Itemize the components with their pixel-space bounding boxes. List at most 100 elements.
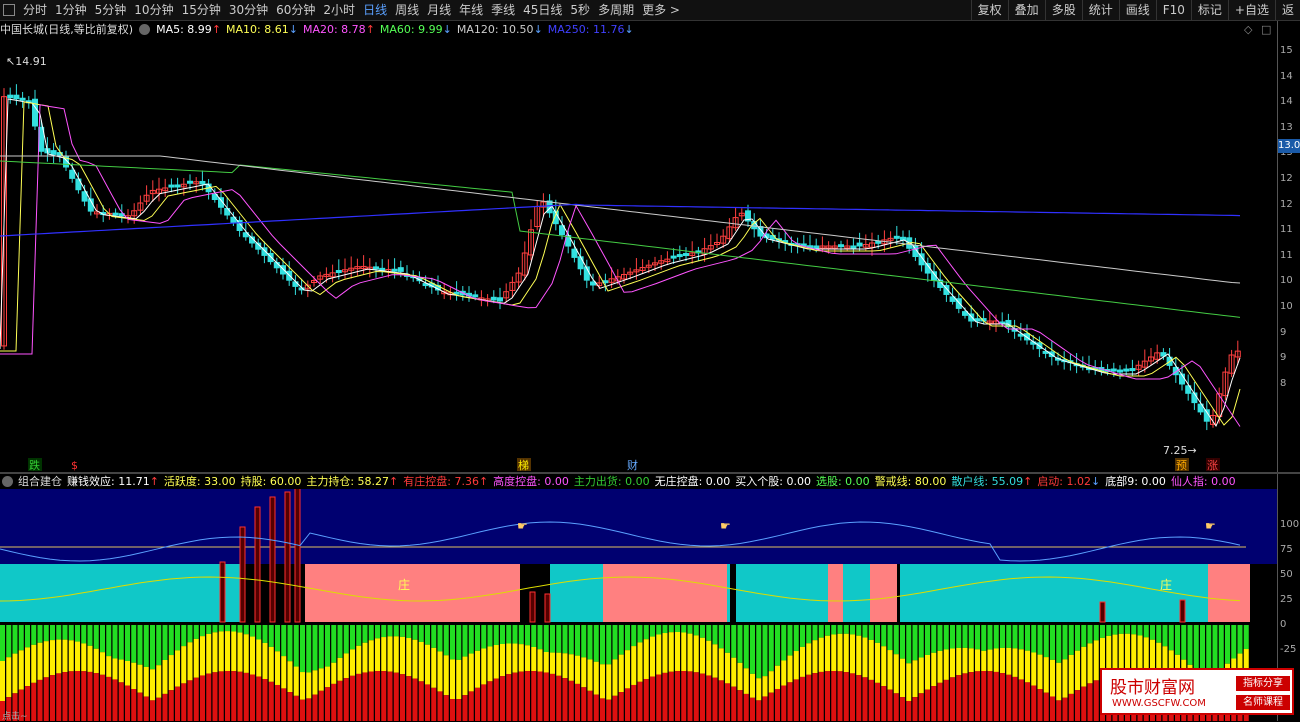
spike-bar-4 — [284, 491, 291, 623]
period-tab-8[interactable]: 日线 — [359, 0, 391, 20]
price-tick-7: 11 — [1280, 224, 1293, 236]
volume-bar-red-143 — [893, 693, 899, 721]
candlestick-chart[interactable]: ↖14.91 7.25→ 跌 $ 梯 财 预 涨 — [0, 21, 1277, 472]
volume-bar-yellow-78 — [487, 646, 493, 682]
volume-bar-green-5 — [31, 625, 37, 645]
volume-bar-green-30 — [187, 625, 193, 643]
volume-bar-green-172 — [1075, 625, 1080, 651]
indicator-name: 组合建仓 — [18, 475, 62, 488]
volume-bar-yellow-142 — [887, 650, 893, 690]
toolbar-button-5[interactable]: F10 — [1155, 0, 1191, 20]
volume-bar-red-112 — [700, 673, 705, 721]
period-tab-11[interactable]: 年线 — [455, 0, 487, 20]
toolbar-button-0[interactable]: 复权 — [970, 0, 1008, 20]
band-pink-2 — [828, 564, 843, 622]
volume-bar-yellow-168 — [1050, 659, 1055, 697]
volume-bar-yellow-98 — [612, 659, 618, 696]
toolbar-button-7[interactable]: +自选 — [1227, 0, 1275, 20]
toolbar-button-3[interactable]: 统计 — [1081, 0, 1119, 20]
volume-bar-yellow-29 — [181, 646, 187, 684]
candle-body-8 — [50, 150, 57, 155]
price-tick-8: 11 — [1280, 249, 1293, 261]
volume-bar-red-149 — [931, 686, 937, 721]
volume-bar-red-138 — [862, 677, 868, 721]
volume-bar-yellow-163 — [1018, 649, 1024, 680]
toolbar-button-4[interactable]: 画线 — [1118, 0, 1156, 20]
volume-bar-red-34 — [212, 672, 218, 721]
period-tab-9[interactable]: 周线 — [391, 0, 423, 20]
volume-bar-red-10 — [62, 672, 68, 721]
toolbar-button-2[interactable]: 多股 — [1044, 0, 1082, 20]
spike-bar-6 — [529, 591, 536, 623]
volume-bar-red-141 — [881, 686, 887, 721]
volume-bar-red-42 — [262, 679, 268, 721]
volume-bar-red-35 — [218, 671, 224, 721]
period-tab-16[interactable]: 更多 > — [638, 0, 684, 20]
volume-bar-yellow-63 — [393, 636, 399, 673]
indicator-settings-icon[interactable] — [2, 475, 13, 487]
period-tab-10[interactable]: 月线 — [423, 0, 455, 20]
volume-bar-red-114 — [712, 677, 718, 721]
band-cyan-3 — [727, 564, 730, 622]
volume-bar-green-162 — [1012, 625, 1018, 649]
period-tab-5[interactable]: 30分钟 — [225, 0, 272, 20]
spike-bar-8 — [1099, 601, 1106, 623]
volume-bar-red-130 — [812, 673, 818, 721]
volume-bar-green-60 — [375, 625, 380, 639]
signal-marker-3: 财 — [627, 458, 638, 472]
volume-bar-yellow-110 — [687, 633, 693, 672]
volume-bar-yellow-160 — [1000, 647, 1005, 674]
period-tab-15[interactable]: 多周期 — [594, 0, 638, 20]
diamond-icon[interactable]: ◇ — [1244, 23, 1252, 36]
candle-body-27 — [168, 184, 175, 188]
period-tab-7[interactable]: 2小时 — [319, 0, 359, 20]
volume-bar-red-50 — [312, 694, 318, 721]
volume-bar-yellow-157 — [981, 650, 987, 672]
period-tab-1[interactable]: 1分钟 — [51, 0, 91, 20]
volume-bar-green-142 — [887, 625, 893, 651]
volume-bar-red-11 — [68, 671, 74, 721]
period-tab-6[interactable]: 60分钟 — [272, 0, 319, 20]
volume-bar-yellow-75 — [468, 653, 474, 692]
signal-marker-2: 梯 — [518, 459, 529, 472]
indicator-chart[interactable]: 庄 庄 ☛ ☛ ☛ — [0, 489, 1277, 721]
ma-item-4: MA120: 10.50↓ — [456, 22, 543, 36]
candle-body-76 — [472, 294, 479, 298]
volume-bar-red-28 — [175, 686, 180, 721]
period-tab-0[interactable]: 分时 — [19, 0, 51, 20]
period-tab-4[interactable]: 15分钟 — [178, 0, 225, 20]
toolbar-button-1[interactable]: 叠加 — [1007, 0, 1045, 20]
period-tab-2[interactable]: 5分钟 — [91, 0, 131, 20]
volume-bar-yellow-96 — [600, 664, 605, 699]
toolbar-button-6[interactable]: 标记 — [1190, 0, 1228, 20]
volume-bar-red-18 — [112, 679, 118, 721]
period-tab-13[interactable]: 45日线 — [519, 0, 566, 20]
volume-bar-green-139 — [868, 625, 874, 640]
settings-circle-icon[interactable] — [139, 23, 151, 35]
volume-bar-green-27 — [168, 625, 174, 656]
volume-bar-green-41 — [256, 625, 262, 640]
square-icon[interactable]: □ — [1261, 23, 1271, 36]
candle-body-30 — [187, 180, 193, 184]
period-tabs: 分时 1分钟 5分钟 10分钟 15分钟 30分钟 60分钟 2小时 日线 周线 月线 年线 季线 45日… — [19, 0, 684, 20]
volume-bar-yellow-151 — [943, 649, 949, 680]
period-tab-12[interactable]: 季线 — [487, 0, 519, 20]
ma-item-0: MA5: 8.99↑ — [156, 22, 222, 36]
menu-square-icon[interactable] — [3, 4, 15, 16]
volume-bar-green-57 — [356, 625, 362, 646]
volume-bar-yellow-77 — [481, 648, 487, 685]
candle-body-138 — [856, 242, 863, 247]
volume-bar-yellow-35 — [218, 631, 224, 672]
volume-bar-green-64 — [400, 625, 405, 637]
volume-bar-green-66 — [412, 625, 418, 640]
volume-bar-green-3 — [18, 625, 24, 651]
period-tab-14[interactable]: 5秒 — [566, 0, 594, 20]
volume-bar-green-63 — [393, 625, 399, 637]
volume-bar-red-161 — [1006, 674, 1012, 721]
period-tab-3[interactable]: 10分钟 — [130, 0, 177, 20]
volume-bar-yellow-17 — [106, 656, 112, 677]
volume-bar-yellow-154 — [962, 647, 968, 674]
toolbar-button-8[interactable]: 返 — [1274, 0, 1300, 20]
price-tick-2: 14 — [1280, 96, 1293, 108]
volume-bar-yellow-66 — [412, 639, 418, 679]
